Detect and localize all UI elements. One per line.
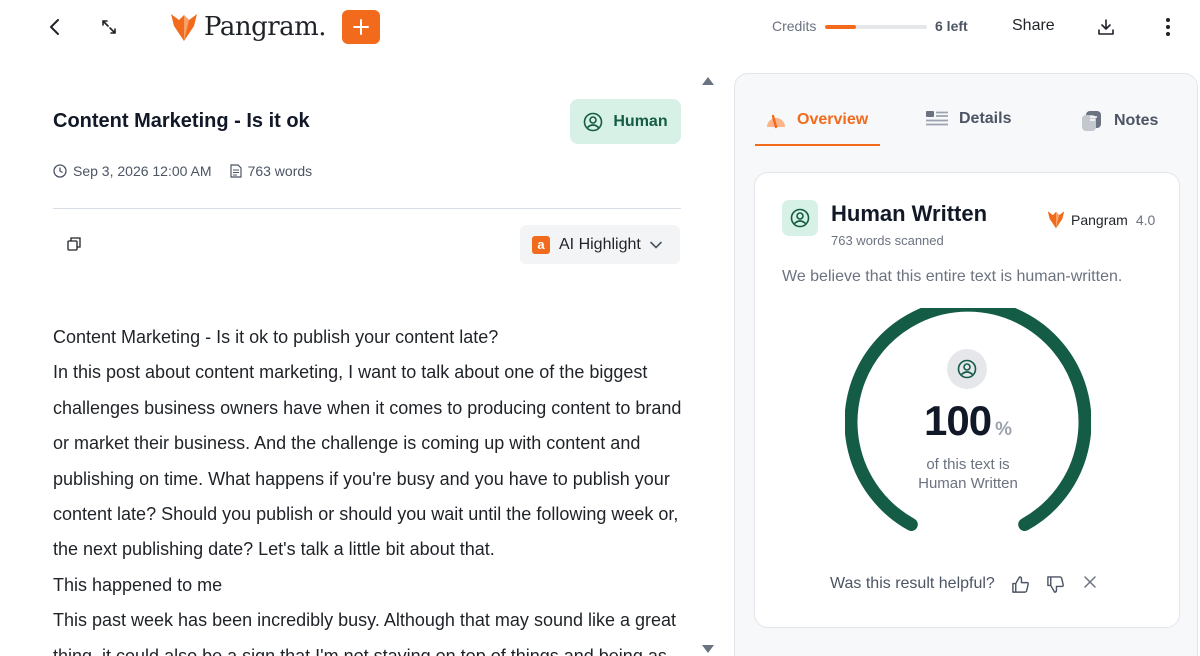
back-button[interactable] xyxy=(40,12,70,42)
result-summary: We believe that this entire text is huma… xyxy=(782,268,1123,285)
document-title: Content Marketing - Is it ok xyxy=(53,110,310,132)
ai-highlight-icon: a xyxy=(532,235,550,254)
model-version: 4.0 xyxy=(1135,211,1156,228)
thumbs-up-icon xyxy=(1012,576,1029,593)
body-line: Content Marketing - Is it ok to publish … xyxy=(53,327,499,347)
thumbs-up-button[interactable] xyxy=(1011,575,1031,595)
credits-progress-fill xyxy=(825,25,856,29)
expand-arrows-icon xyxy=(102,20,116,34)
chevron-left-icon xyxy=(50,19,59,35)
dismiss-feedback-button[interactable] xyxy=(1083,575,1103,595)
model-info: Pangram 4.0 xyxy=(1047,210,1155,229)
pangram-logo-icon xyxy=(1047,211,1065,229)
chevron-down-icon xyxy=(650,241,662,249)
body-line: thing, it could also be a sign that I'm … xyxy=(53,645,667,656)
status-badge-label: Human xyxy=(613,112,668,130)
body-line: publishing on time. What happens if you'… xyxy=(53,468,670,489)
thumbs-down-icon xyxy=(1047,576,1064,593)
credits-remaining: 6 left xyxy=(935,18,968,34)
body-line: the next publishing date? Let's talk a l… xyxy=(53,539,495,560)
model-name: Pangram xyxy=(1071,211,1128,228)
ai-highlight-dropdown[interactable]: a AI Highlight xyxy=(520,225,680,264)
score-caption-line1: of this text is xyxy=(926,456,1010,473)
score-caption-line2: Human Written xyxy=(918,475,1018,492)
scroll-up-arrow[interactable] xyxy=(702,77,714,85)
brand-logo[interactable]: Pangram. xyxy=(170,10,327,44)
brand-name: Pangram. xyxy=(204,12,327,42)
plus-icon xyxy=(353,19,369,35)
credits-label: Credits xyxy=(772,18,817,34)
scroll-down-arrow[interactable] xyxy=(702,645,714,653)
copy-button[interactable] xyxy=(66,236,84,254)
status-badge: Human xyxy=(570,99,681,144)
gauge-icon xyxy=(767,114,785,129)
body-line: challenges business owners have when it … xyxy=(53,397,682,418)
score-unit: % xyxy=(995,419,1012,440)
tab-details-label: Details xyxy=(959,110,1012,127)
new-document-button[interactable] xyxy=(342,10,380,44)
tab-details[interactable]: Details xyxy=(925,110,1011,128)
document-icon xyxy=(229,164,242,178)
tab-notes-label: Notes xyxy=(1114,112,1159,129)
list-icon xyxy=(926,111,948,126)
divider xyxy=(53,208,681,209)
document-word-count: 763 words xyxy=(229,163,313,179)
thumbs-down-button[interactable] xyxy=(1046,575,1066,595)
result-title: Human Written xyxy=(831,201,988,226)
tab-overview-label: Overview xyxy=(797,111,869,128)
body-line: content late? Should you publish or shou… xyxy=(53,504,679,525)
clock-icon xyxy=(53,164,67,178)
document-body: Content Marketing - Is it ok to publish … xyxy=(53,320,693,656)
download-icon xyxy=(1098,19,1114,35)
ai-highlight-label: AI Highlight xyxy=(559,235,641,253)
download-button[interactable] xyxy=(1093,14,1119,40)
user-circle-icon xyxy=(957,359,977,379)
words-scanned: 763 words scanned xyxy=(831,233,944,248)
credits-progress-bar xyxy=(825,25,927,29)
tab-overview[interactable]: Overview xyxy=(765,110,868,130)
human-avatar xyxy=(782,200,818,236)
score-value: 100% xyxy=(755,397,1181,445)
share-button[interactable]: Share xyxy=(1012,17,1055,35)
more-vertical-icon xyxy=(1166,18,1170,36)
notes-icon xyxy=(1082,111,1101,131)
document-pane: Content Marketing - Is it ok Human Sep 3… xyxy=(0,56,720,656)
document-date: Sep 3, 2026 12:00 AM xyxy=(53,163,212,179)
more-options-button[interactable] xyxy=(1156,14,1180,40)
results-panel: Overview Details Notes Human Written 763… xyxy=(734,73,1198,656)
body-line: This past week has been incredibly busy.… xyxy=(53,610,677,631)
helpful-prompt: Was this result helpful? xyxy=(830,575,995,592)
document-meta: Sep 3, 2026 12:00 AM 763 words xyxy=(53,163,330,179)
active-tab-indicator xyxy=(755,144,880,146)
expand-button[interactable] xyxy=(94,12,124,42)
body-line: This happened to me xyxy=(53,574,223,595)
gauge-avatar xyxy=(947,349,987,389)
top-bar: Pangram. Credits 6 left Share xyxy=(0,0,1200,56)
copy-icon xyxy=(67,237,81,251)
user-circle-icon xyxy=(790,208,810,228)
score-number: 100 xyxy=(924,397,992,444)
result-card: Human Written 763 words scanned Pangram … xyxy=(754,172,1180,628)
tab-notes[interactable]: Notes xyxy=(1080,110,1158,132)
body-line: In this post about content marketing, I … xyxy=(53,362,648,383)
word-count-text: 763 words xyxy=(247,163,313,179)
document-date-text: Sep 3, 2026 12:00 AM xyxy=(73,163,212,179)
body-line: or market their business. And the challe… xyxy=(53,433,641,454)
user-circle-icon xyxy=(584,112,603,131)
close-icon xyxy=(1084,576,1096,588)
pangram-logo-icon xyxy=(171,14,197,41)
